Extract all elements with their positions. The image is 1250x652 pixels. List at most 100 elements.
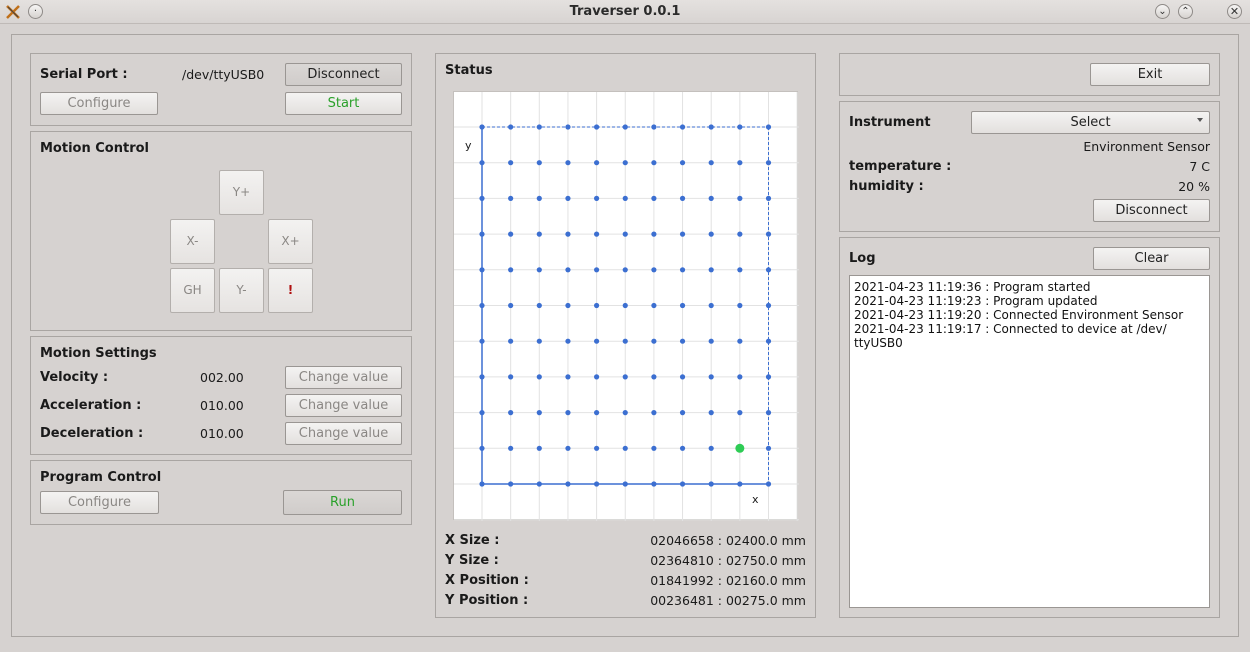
grid-point [737, 374, 743, 380]
position-grid-svg [454, 92, 799, 521]
grid-point [708, 267, 714, 273]
y-axis-label: y [465, 139, 472, 152]
x-size-value: 02046658 : 02400.0 mm [650, 533, 806, 548]
grid-point [565, 302, 571, 309]
grid-point [765, 267, 772, 273]
instrument-select-dropdown[interactable]: Select [971, 111, 1210, 134]
instrument-disconnect-button[interactable]: Disconnect [1093, 199, 1210, 222]
log-clear-button[interactable]: Clear [1093, 247, 1210, 270]
exit-button[interactable]: Exit [1090, 63, 1210, 86]
grid-point [594, 124, 600, 130]
grid-point [594, 195, 600, 201]
velocity-label: Velocity : [40, 370, 109, 385]
grid-point [651, 267, 657, 273]
y-minus-button[interactable]: Y- [219, 268, 264, 313]
grid-point [508, 267, 514, 273]
grid-point [708, 374, 714, 380]
grid-point [737, 302, 743, 309]
acceleration-change-button[interactable]: Change value [285, 394, 402, 417]
grid-point [508, 160, 514, 166]
grid-point [679, 195, 686, 201]
grid-point [679, 374, 686, 380]
grid-point [737, 160, 743, 166]
serial-configure-button[interactable]: Configure [40, 92, 158, 115]
grid-point [536, 195, 542, 201]
grid-point [651, 445, 657, 451]
grid-point [651, 481, 657, 487]
grid-point [508, 302, 514, 309]
grid-point [708, 338, 714, 344]
grid-point [708, 302, 714, 309]
status-title: Status [445, 63, 493, 78]
grid-point [594, 374, 600, 380]
log-output[interactable]: 2021-04-23 11:19:36 : Program started 20… [849, 275, 1210, 608]
grid-point [508, 410, 514, 416]
grid-point [651, 160, 657, 166]
grid-point [708, 160, 714, 166]
grid-point [536, 338, 542, 344]
instrument-label: Instrument [849, 115, 931, 130]
grid-point [565, 231, 571, 237]
deceleration-change-button[interactable]: Change value [285, 422, 402, 445]
grid-point [622, 445, 628, 451]
stop-button[interactable]: ! [268, 268, 313, 313]
grid-point [565, 160, 571, 166]
grid-point [479, 267, 485, 273]
grid-point [479, 410, 485, 416]
grid-point [679, 302, 686, 309]
grid-point [622, 481, 628, 487]
run-button[interactable]: Run [283, 490, 402, 515]
grid-point [622, 374, 628, 380]
grid-point [565, 374, 571, 380]
log-entry: 2021-04-23 11:19:23 : Program updated [854, 294, 1098, 308]
acceleration-label: Acceleration : [40, 398, 142, 413]
program-configure-button[interactable]: Configure [40, 491, 159, 514]
x-axis-label: x [752, 493, 759, 506]
grid-point [536, 124, 542, 130]
motion-control-title: Motion Control [40, 141, 149, 156]
instrument-select-value: Select [1070, 115, 1111, 130]
grid-point [508, 374, 514, 380]
grid-point [565, 195, 571, 201]
position-plot: y x [453, 91, 799, 521]
grid-point [536, 445, 542, 451]
grid-point [708, 124, 714, 130]
go-home-button[interactable]: GH [170, 268, 215, 313]
grid-point [565, 445, 571, 451]
grid-point [708, 445, 714, 451]
grid-point [765, 374, 772, 380]
grid-point [679, 124, 686, 130]
temperature-value: 7 C [1189, 159, 1210, 174]
grid-point [565, 124, 571, 130]
grid-point [594, 231, 600, 237]
serial-disconnect-button[interactable]: Disconnect [285, 63, 402, 86]
grid-point [536, 231, 542, 237]
grid-point [565, 267, 571, 273]
grid-point [594, 302, 600, 309]
grid-point [536, 160, 542, 166]
x-minus-button[interactable]: X- [170, 219, 215, 264]
velocity-change-button[interactable]: Change value [285, 366, 402, 389]
y-plus-button[interactable]: Y+ [219, 170, 264, 215]
grid-point [508, 231, 514, 237]
chevron-down-icon [1197, 118, 1203, 122]
deceleration-value: 010.00 [200, 426, 244, 441]
grid-point [737, 231, 743, 237]
serial-port-label: Serial Port : [40, 67, 128, 82]
log-entry: 2021-04-23 11:19:20 : Connected Environm… [854, 308, 1184, 322]
grid-point [737, 410, 743, 416]
grid-point [708, 231, 714, 237]
grid-point [594, 445, 600, 451]
humidity-value: 20 % [1178, 179, 1210, 194]
close-icon[interactable]: ✕ [1227, 4, 1242, 19]
temperature-label: temperature : [849, 159, 952, 174]
maximize-icon[interactable]: ⌃ [1178, 4, 1193, 19]
grid-point [679, 267, 686, 273]
grid-point [765, 195, 772, 201]
grid-point [479, 195, 485, 201]
minimize-icon[interactable]: ⌄ [1155, 4, 1170, 19]
grid-point [594, 338, 600, 344]
start-button[interactable]: Start [285, 92, 402, 115]
grid-point [737, 338, 743, 344]
x-plus-button[interactable]: X+ [268, 219, 313, 264]
